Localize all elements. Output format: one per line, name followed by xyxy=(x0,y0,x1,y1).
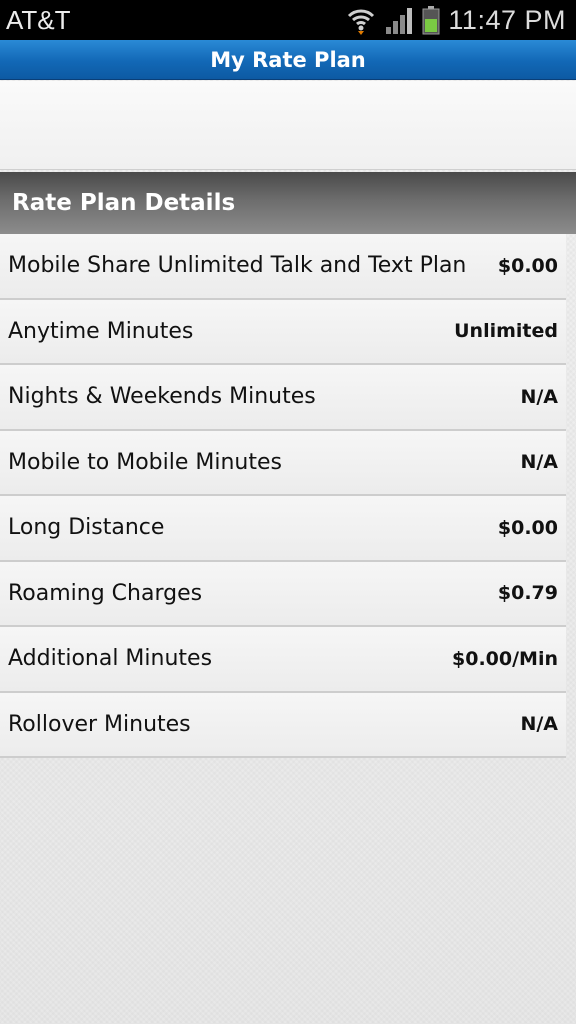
row-label: Rollover Minutes xyxy=(8,711,191,737)
row-label: Mobile Share Unlimited Talk and Text Pla… xyxy=(8,253,467,279)
row-label: Roaming Charges xyxy=(8,580,203,606)
section-header: Rate Plan Details xyxy=(0,172,576,234)
row-value: $0.79 xyxy=(497,582,558,605)
list-item-nights-weekends: Nights & Weekends Minutes N/A xyxy=(0,365,566,431)
rate-plan-list: Mobile Share Unlimited Talk and Text Pla… xyxy=(0,234,566,758)
row-value: $0.00/Min xyxy=(452,647,558,670)
page-title: My Rate Plan xyxy=(210,47,366,72)
list-item-plan: Mobile Share Unlimited Talk and Text Pla… xyxy=(0,234,566,300)
list-item-anytime-minutes: Anytime Minutes Unlimited xyxy=(0,299,566,365)
list-item-rollover-minutes: Rollover Minutes N/A xyxy=(0,692,566,758)
row-value: $0.00 xyxy=(497,516,558,539)
row-value: N/A xyxy=(520,385,558,408)
row-label: Long Distance xyxy=(8,515,165,541)
list-item-mobile-to-mobile: Mobile to Mobile Minutes N/A xyxy=(0,430,566,496)
row-label: Nights & Weekends Minutes xyxy=(8,384,316,410)
carrier-name: AT&T xyxy=(6,4,71,35)
banner-area xyxy=(0,81,576,170)
title-bar: My Rate Plan xyxy=(0,40,576,80)
status-time: 11:47 PM xyxy=(448,4,566,35)
row-value: $0.00 xyxy=(497,254,558,277)
list-item-long-distance: Long Distance $0.00 xyxy=(0,496,566,562)
signal-icon xyxy=(384,5,414,35)
status-icons: 11:47 PM xyxy=(346,5,566,36)
row-label: Anytime Minutes xyxy=(8,318,194,344)
status-bar: AT&T 11:47 PM xyxy=(0,0,576,40)
row-label: Mobile to Mobile Minutes xyxy=(8,449,283,475)
row-value: N/A xyxy=(520,713,558,736)
row-value: Unlimited xyxy=(454,320,558,343)
wifi-icon xyxy=(346,5,376,35)
list-item-additional-minutes: Additional Minutes $0.00/Min xyxy=(0,627,566,693)
list-item-roaming-charges: Roaming Charges $0.79 xyxy=(0,561,566,627)
row-value: N/A xyxy=(520,451,558,474)
battery-icon xyxy=(422,5,440,35)
row-label: Additional Minutes xyxy=(8,646,213,672)
section-title: Rate Plan Details xyxy=(12,190,236,216)
